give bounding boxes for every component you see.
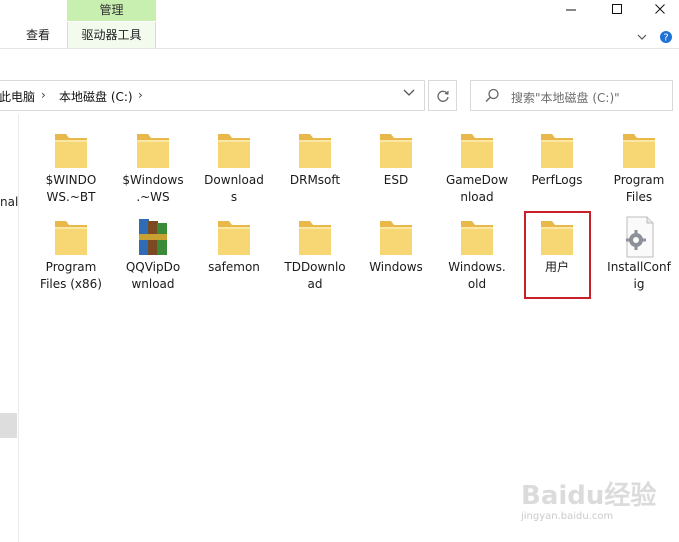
folder-icon — [51, 215, 91, 259]
search-input[interactable]: 搜索"本地磁盘 (C:)" — [470, 80, 673, 111]
folder-icon — [376, 215, 416, 259]
help-icon[interactable]: ? — [659, 30, 673, 44]
folder-icon — [457, 128, 497, 172]
breadcrumb-this-pc[interactable]: 此电脑 — [0, 88, 35, 105]
breadcrumb-separator[interactable]: › — [138, 88, 143, 102]
folder-icon — [214, 128, 254, 172]
file-item[interactable]: Program Files (x86) — [31, 215, 111, 295]
file-item[interactable]: DRMsoft — [275, 128, 355, 208]
maximize-button[interactable] — [594, 0, 640, 18]
file-item-label: Windows — [369, 260, 423, 274]
watermark-url: jingyan.baidu.com — [521, 511, 614, 522]
file-item-label: safemon — [208, 260, 260, 274]
file-item[interactable]: ESD — [356, 128, 436, 208]
folder-icon — [133, 128, 173, 172]
address-dropdown-icon[interactable] — [403, 87, 415, 101]
search-icon — [485, 88, 499, 103]
file-item-label: Windows. old — [448, 260, 506, 291]
svg-text:?: ? — [663, 33, 668, 44]
file-item-label: QQVipDo wnload — [125, 260, 181, 291]
baidu-watermark: Baidu经验 jingyan.baidu.com — [515, 475, 675, 535]
address-bar[interactable]: 此电脑 › 本地磁盘 (C:) › — [0, 80, 425, 111]
close-icon — [654, 4, 665, 14]
maximize-icon — [612, 4, 622, 14]
folder-icon — [537, 128, 577, 172]
breadcrumb-separator[interactable]: › — [41, 88, 46, 102]
file-item[interactable]: $WINDO WS.~BT — [31, 128, 111, 208]
ribbon-controls: ? — [637, 30, 673, 44]
refresh-button[interactable] — [428, 80, 457, 111]
file-item-label: InstallConf ig — [607, 260, 671, 291]
file-item[interactable]: $Windows .~WS — [113, 128, 193, 208]
ribbon-collapse-chevron-icon[interactable] — [637, 33, 647, 41]
file-item-label: GameDow nload — [445, 173, 509, 204]
file-item[interactable]: TDDownlo ad — [275, 215, 355, 295]
file-item-label: Download s — [204, 173, 264, 204]
tab-drive-tools[interactable]: 驱动器工具 — [67, 22, 156, 48]
highlight-box — [524, 211, 591, 299]
file-item-label: $WINDO WS.~BT — [45, 173, 97, 204]
folder-icon — [376, 128, 416, 172]
search-placeholder: 搜索"本地磁盘 (C:)" — [511, 91, 620, 105]
refresh-icon — [436, 90, 449, 102]
minimize-button[interactable] — [548, 0, 594, 18]
tab-view[interactable]: 查看 — [18, 22, 58, 48]
file-item-label: $Windows .~WS — [122, 173, 184, 204]
close-button[interactable] — [640, 0, 679, 18]
folder-icon — [457, 215, 497, 259]
watermark-text: Baidu经验 — [521, 481, 657, 511]
breadcrumb-local-disk-c[interactable]: 本地磁盘 (C:) — [59, 88, 133, 105]
minimize-icon — [566, 9, 576, 11]
folder-icon — [214, 215, 254, 259]
file-item-label: Program Files (x86) — [40, 260, 102, 291]
file-item[interactable]: Windows — [356, 215, 436, 295]
file-item-label: Program Files — [613, 173, 665, 204]
file-item-label: TDDownlo ad — [284, 260, 346, 291]
file-item[interactable]: InstallConf ig — [599, 215, 679, 295]
folder-icon — [295, 128, 335, 172]
nav-pane-divider[interactable] — [18, 114, 19, 542]
file-item[interactable]: PerfLogs — [517, 128, 597, 208]
folder-icon — [295, 215, 335, 259]
ribbon-divider — [0, 48, 679, 49]
file-item[interactable]: QQVipDo wnload — [113, 215, 193, 295]
file-item[interactable]: safemon — [194, 215, 274, 295]
file-item[interactable]: Program Files — [599, 128, 679, 208]
file-item[interactable]: GameDow nload — [437, 128, 517, 208]
nav-item-partial[interactable]: nal — [0, 195, 18, 209]
manage-tab[interactable]: 管理 — [67, 0, 156, 21]
archive-icon — [133, 215, 173, 259]
file-item[interactable]: Download s — [194, 128, 274, 208]
file-item-label: DRMsoft — [289, 173, 341, 187]
folder-icon — [619, 128, 659, 172]
nav-item-selected[interactable] — [0, 413, 17, 438]
file-item-label: PerfLogs — [531, 173, 583, 187]
file-item[interactable]: Windows. old — [437, 215, 517, 295]
settings-file-icon — [619, 215, 659, 259]
file-item-label: ESD — [383, 173, 409, 187]
folder-icon — [51, 128, 91, 172]
